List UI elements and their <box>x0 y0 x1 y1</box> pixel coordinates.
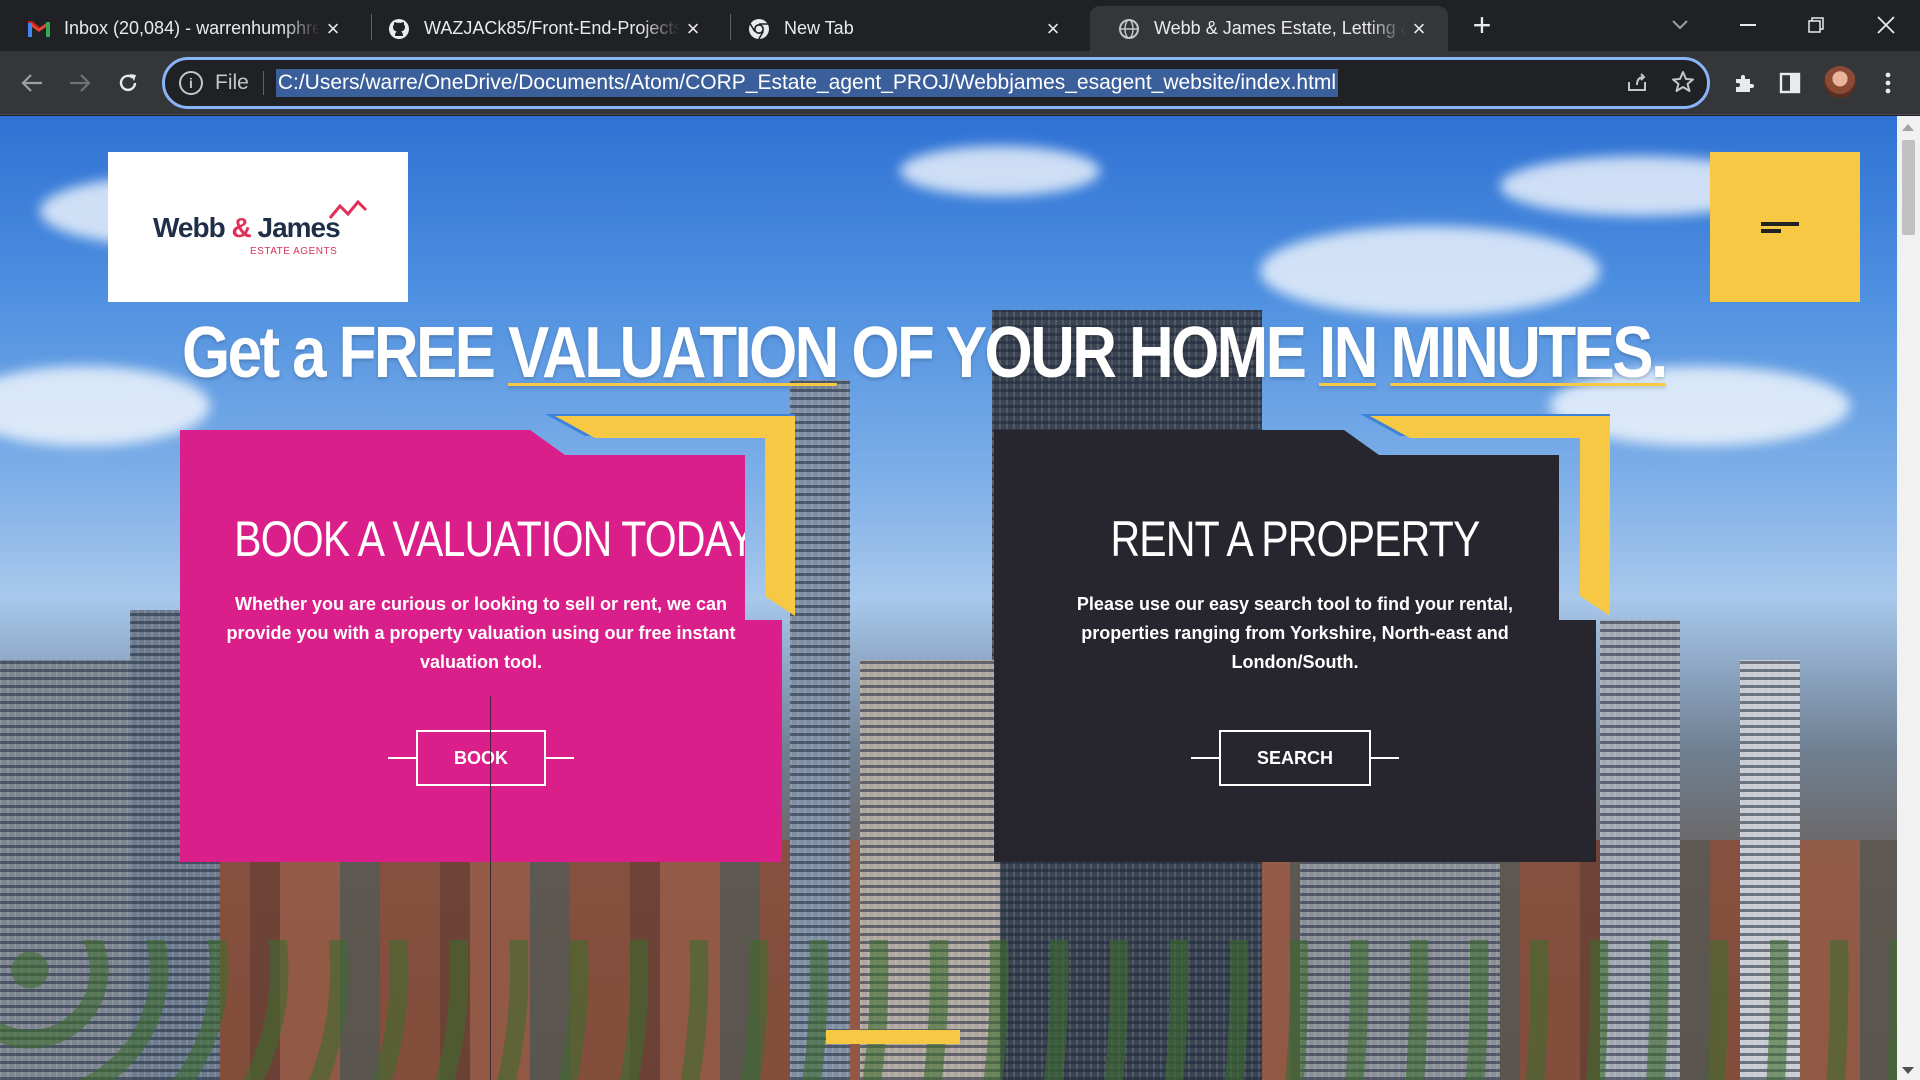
tab-new-tab[interactable]: New Tab × <box>720 6 1082 51</box>
close-window-icon[interactable] <box>1866 8 1906 42</box>
valuation-card-title: BOOK A VALUATION TODAY <box>234 511 755 567</box>
tab-strip: Inbox (20,084) - warrenhumphreys × WAZJA… <box>0 0 1920 51</box>
tab-gmail[interactable]: Inbox (20,084) - warrenhumphreys × <box>0 6 362 51</box>
book-button-wrap: BOOK <box>180 730 782 786</box>
button-line-left <box>388 757 416 759</box>
forward-icon[interactable] <box>64 67 96 99</box>
hero-headline: Get a FREE VALUATION OF YOUR HOME IN MIN… <box>182 313 1668 393</box>
side-panel-icon[interactable] <box>1774 67 1806 99</box>
scheme-label: File <box>215 71 249 94</box>
tab-title: New Tab <box>784 18 854 38</box>
close-tab-icon[interactable]: × <box>1040 16 1066 42</box>
minimize-icon[interactable] <box>1728 8 1768 42</box>
reload-icon[interactable] <box>112 67 144 99</box>
tab-webb-james[interactable]: Webb & James Estate, Letting & × <box>1090 6 1448 51</box>
book-button[interactable]: BOOK <box>416 730 546 786</box>
search-button[interactable]: SEARCH <box>1219 730 1371 786</box>
profile-avatar[interactable] <box>1824 66 1856 98</box>
restore-icon[interactable] <box>1796 8 1836 42</box>
url-text[interactable]: C:/Users/warre/OneDrive/Documents/Atom/C… <box>275 69 1339 97</box>
rent-card-description: Please use our easy search tool to find … <box>1076 594 1514 672</box>
tab-title: Inbox (20,084) - warrenhumphreys <box>64 18 320 38</box>
tab-search-icon[interactable] <box>1660 8 1700 42</box>
close-tab-icon[interactable]: × <box>1406 16 1432 42</box>
rent-card: RENT A PROPERTY Please use our easy sear… <box>994 430 1596 862</box>
back-icon[interactable] <box>16 67 48 99</box>
menu-icon <box>1761 222 1799 226</box>
new-tab-button[interactable]: + <box>1466 9 1498 42</box>
address-divider <box>262 71 264 95</box>
search-button-wrap: SEARCH <box>994 730 1596 786</box>
close-tab-icon[interactable]: × <box>680 16 706 42</box>
gmail-icon <box>28 18 50 40</box>
page-scrollbar[interactable] <box>1897 116 1920 1080</box>
scroll-up-icon[interactable] <box>1902 124 1914 131</box>
address-bar[interactable]: i File C:/Users/warre/OneDrive/Documents… <box>162 57 1710 109</box>
bookmark-star-icon[interactable] <box>1671 70 1695 99</box>
menu-button[interactable] <box>1710 152 1860 302</box>
tab-title: Webb & James Estate, Letting & <box>1154 18 1406 38</box>
site-logo[interactable]: Webb & James ESTATE AGENTS <box>108 152 408 302</box>
site-info-icon[interactable]: i <box>179 71 203 95</box>
button-line-right <box>1371 757 1399 759</box>
scroll-indicator-bar[interactable] <box>826 1030 960 1044</box>
rent-card-title: RENT A PROPERTY <box>1110 511 1481 567</box>
button-line-right <box>546 757 574 759</box>
logo-wordmark: Webb & James <box>153 212 341 243</box>
valuation-card: BOOK A VALUATION TODAY Whether you are c… <box>180 430 782 862</box>
tab-title: WAZJACk85/Front-End-Projects: <box>424 18 680 38</box>
scrollbar-thumb[interactable] <box>1902 140 1915 235</box>
globe-icon <box>1118 18 1140 40</box>
share-icon[interactable] <box>1625 70 1649 99</box>
city-trees <box>0 940 1897 1080</box>
address-actions <box>1625 70 1695 99</box>
tab-github[interactable]: WAZJACk85/Front-End-Projects: × <box>360 6 722 51</box>
logo-tagline: ESTATE AGENTS <box>250 246 338 257</box>
page-viewport: Webb & James ESTATE AGENTS Get a FREE VA… <box>0 116 1897 1080</box>
decorative-vertical-line <box>490 696 491 1080</box>
chrome-icon <box>748 18 770 40</box>
close-tab-icon[interactable]: × <box>320 16 346 42</box>
valuation-card-description: Whether you are curious or looking to se… <box>226 594 736 672</box>
more-menu-icon[interactable] <box>1872 67 1904 99</box>
scroll-down-icon[interactable] <box>1902 1067 1914 1074</box>
browser-toolbar: i File C:/Users/warre/OneDrive/Documents… <box>0 51 1920 115</box>
button-line-left <box>1191 757 1219 759</box>
github-icon <box>388 18 410 40</box>
menu-icon-line <box>1761 229 1781 233</box>
extensions-puzzle-icon[interactable] <box>1728 67 1760 99</box>
